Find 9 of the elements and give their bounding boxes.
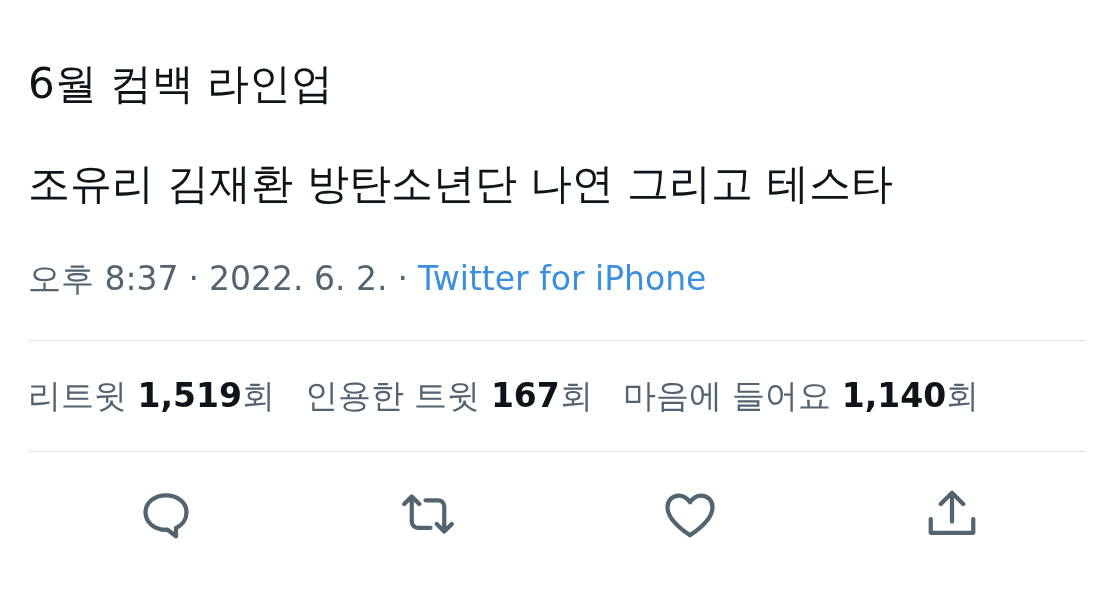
separator-dot: · xyxy=(397,258,409,300)
tweet-date: 2022. 6. 2. xyxy=(209,258,388,300)
stat-count[interactable]: 리트윗 1,519회 xyxy=(28,341,275,451)
tweet-time: 오후 8:37 xyxy=(28,258,179,300)
stat-count[interactable]: 인용한 트윗 167회 xyxy=(304,341,593,451)
stat-count[interactable]: 마음에 들어요 1,140회 xyxy=(622,341,980,451)
tweet-text: 6월 컴백 라인업 xyxy=(28,58,335,110)
separator-dot: · xyxy=(188,258,200,300)
tweet-text: 조유리 김재환 방탄소년단 나연 그리고 테스타 xyxy=(28,158,894,210)
